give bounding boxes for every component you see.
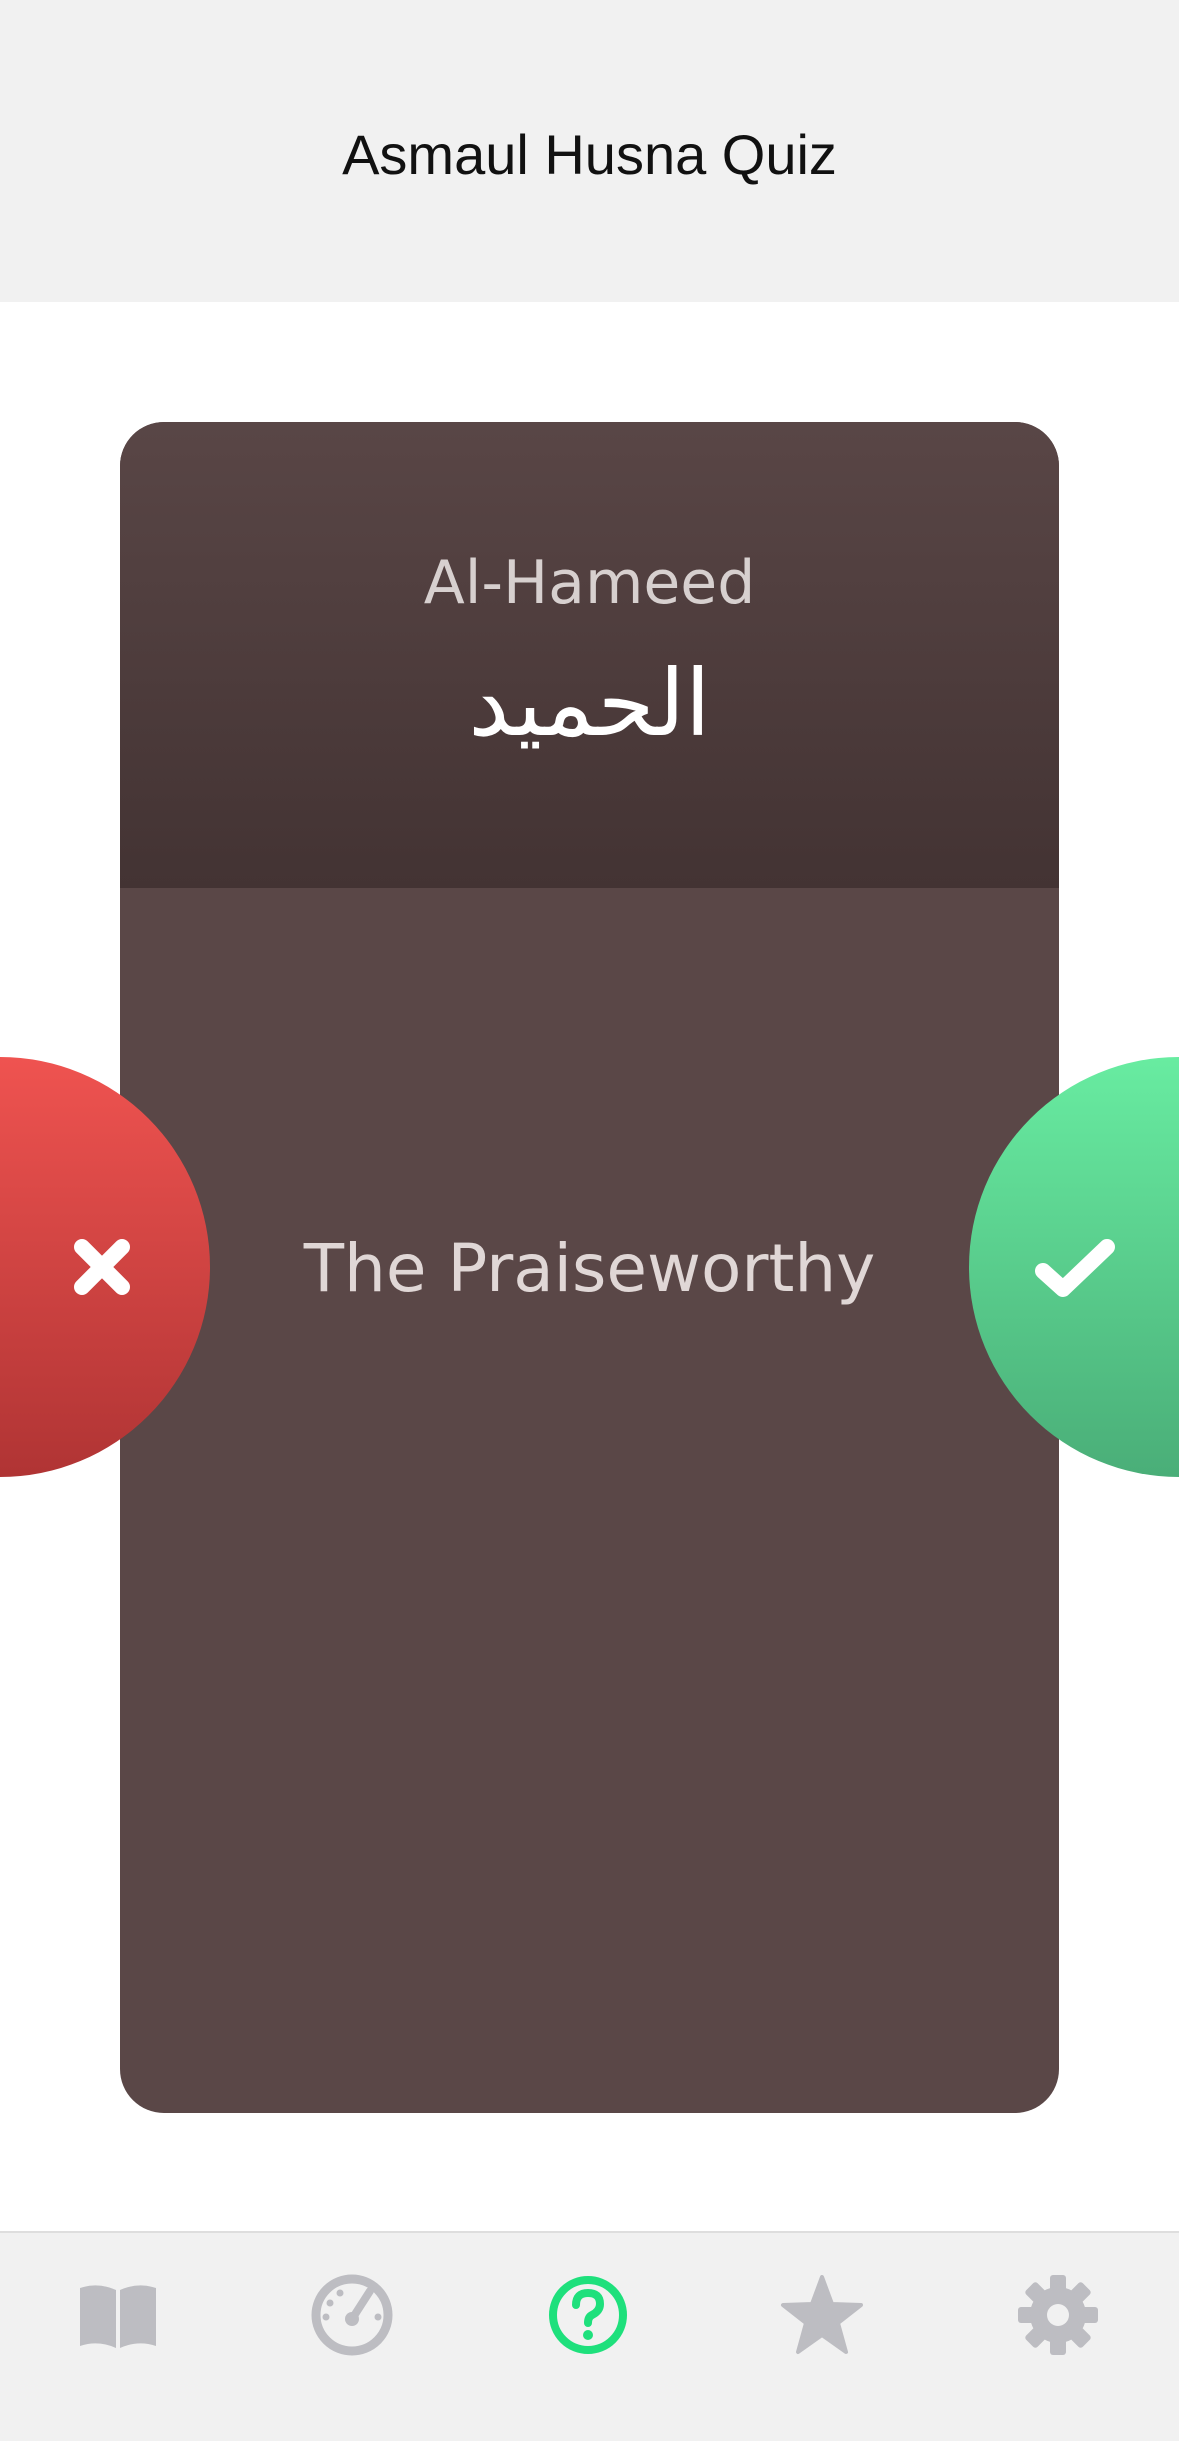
star-icon (781, 2275, 863, 2354)
book-icon (80, 2285, 156, 2348)
app-screen: Asmaul Husna Quiz Al-Hameed الحميد The P… (0, 0, 1179, 2441)
nav-item-favorites[interactable] (772, 2265, 872, 2365)
nav-item-learn[interactable] (68, 2265, 168, 2365)
bottom-navigation (0, 2231, 1179, 2441)
nav-item-settings[interactable] (1008, 2265, 1108, 2365)
check-icon (1035, 1239, 1115, 1297)
nav-item-progress[interactable] (302, 2265, 402, 2365)
name-transliteration: Al-Hameed (423, 548, 756, 618)
name-arabic: الحميد (468, 650, 711, 757)
page-title: Asmaul Husna Quiz (342, 123, 837, 186)
speedometer-icon (311, 2274, 393, 2356)
x-icon (74, 1239, 130, 1295)
app-header: Asmaul Husna Quiz (0, 0, 1179, 302)
nav-item-quiz[interactable] (538, 2265, 638, 2365)
gear-icon (1018, 2275, 1098, 2355)
name-meaning: The Praiseworthy (303, 1230, 876, 1307)
question-circle-icon (549, 2276, 627, 2354)
card-name-section: Al-Hameed الحميد (120, 422, 1059, 888)
quiz-card[interactable]: Al-Hameed الحميد The Praiseworthy (120, 422, 1059, 2113)
